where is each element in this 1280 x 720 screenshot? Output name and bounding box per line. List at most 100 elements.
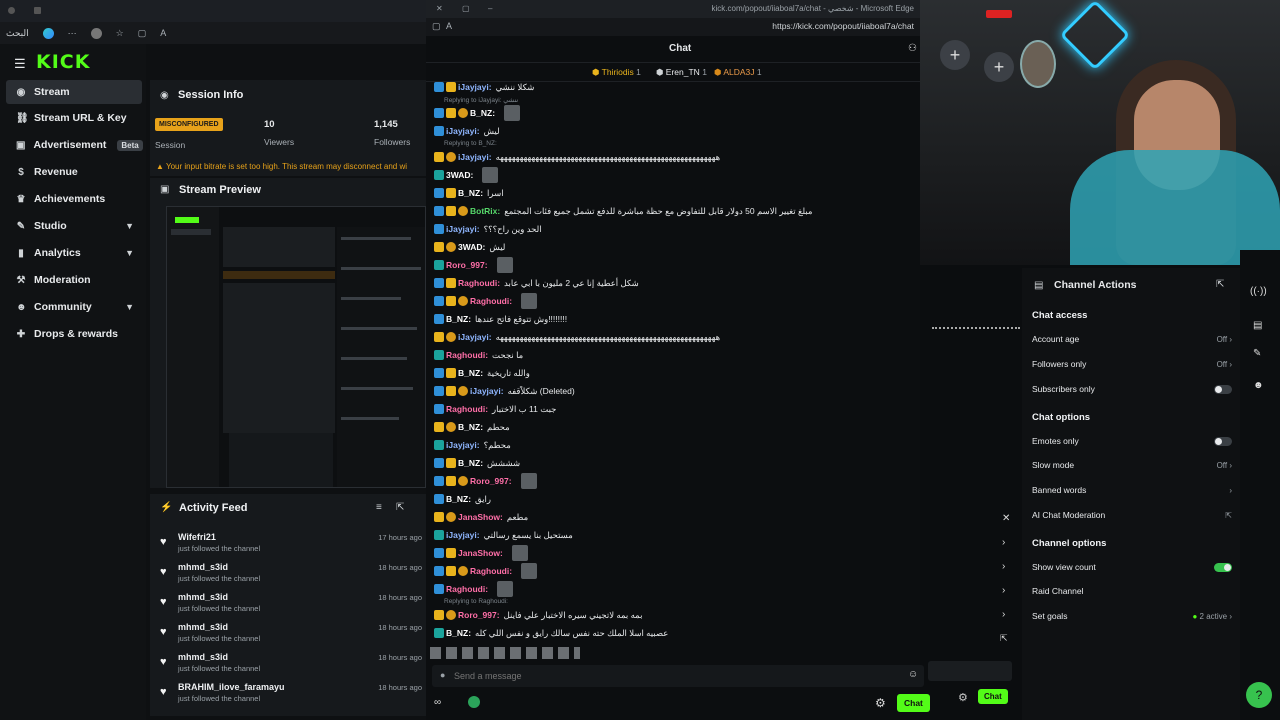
sidebar-item-studio[interactable]: ✎ Studio ▼ bbox=[6, 214, 142, 238]
banned-words-row[interactable]: Banned words › bbox=[1032, 481, 1232, 499]
sidebar-item-stream[interactable]: ◉ Stream bbox=[6, 80, 142, 104]
follower-name[interactable]: BRAHIM_ilove_faramayu bbox=[178, 682, 285, 692]
sidebar-item-community[interactable]: ☻ Community ▼ bbox=[6, 295, 142, 319]
chat-input[interactable] bbox=[454, 668, 894, 684]
chat-username[interactable]: BotRix: bbox=[470, 206, 500, 216]
sidebar-item-revenue[interactable]: $ Revenue bbox=[6, 160, 142, 184]
account-age-row[interactable]: Account age Off › bbox=[1032, 330, 1232, 348]
ai-moderation-row[interactable]: AI Chat Moderation ⇱ bbox=[1032, 506, 1232, 524]
popout-icon[interactable]: ⇱ bbox=[1216, 279, 1224, 290]
follower-name[interactable]: mhmd_s3id bbox=[178, 622, 228, 632]
wrench-icon[interactable]: ✎ bbox=[1253, 348, 1261, 359]
emote-icons[interactable] bbox=[430, 647, 580, 659]
chat-username[interactable]: B_NZ: bbox=[446, 628, 471, 638]
follower-name[interactable]: Wifefri21 bbox=[178, 532, 216, 542]
chat-send-button-mini[interactable]: Chat bbox=[978, 689, 1008, 704]
chat-username[interactable]: Raghoudi: bbox=[446, 350, 488, 360]
tab-actions-icon[interactable]: ▢ bbox=[432, 21, 441, 32]
chat-username[interactable]: iJayjayi: bbox=[446, 530, 480, 540]
chat-username[interactable]: 3WAD: bbox=[458, 242, 485, 252]
popout-icon[interactable]: ⇱ bbox=[396, 502, 404, 513]
help-icon[interactable]: ? bbox=[1246, 682, 1272, 708]
sidebar-item-moderation[interactable]: ⚒ Moderation bbox=[6, 268, 142, 292]
chevron-right-icon[interactable]: › bbox=[1002, 609, 1005, 620]
smiley-icon[interactable]: ☺ bbox=[908, 669, 918, 680]
user-settings-icon[interactable]: ⚇ bbox=[908, 43, 917, 54]
chat-username[interactable]: B_NZ: bbox=[470, 108, 495, 118]
sidebar-item-advertisement[interactable]: ▣ Advertisement Beta bbox=[6, 133, 143, 157]
emotes-only-toggle[interactable] bbox=[1214, 436, 1232, 446]
reading-icon[interactable]: A bbox=[160, 28, 166, 38]
chat-username[interactable]: JanaShow: bbox=[458, 512, 503, 522]
chat-send-button[interactable]: Chat bbox=[897, 694, 930, 712]
sidebar-item-achievements[interactable]: ♛ Achievements bbox=[6, 187, 142, 211]
window-control-icon[interactable] bbox=[8, 7, 15, 14]
show-view-count-toggle[interactable] bbox=[1214, 562, 1232, 572]
sidebar-item-stream-url[interactable]: ⛓ Stream URL & Key bbox=[6, 106, 142, 130]
chat-input-box[interactable]: ● ☺ bbox=[432, 665, 924, 687]
reading-icon[interactable]: A bbox=[446, 21, 452, 31]
points-icon[interactable] bbox=[468, 696, 480, 708]
chat-username[interactable]: B_NZ: bbox=[458, 188, 483, 198]
close-icon[interactable]: ✕ bbox=[436, 4, 443, 13]
set-goals-row[interactable]: Set goals ● 2 active › bbox=[1032, 607, 1232, 625]
chat-username[interactable]: Raghoudi: bbox=[470, 566, 512, 576]
radio-icon[interactable]: ((·)) bbox=[1250, 286, 1267, 297]
hamburger-icon[interactable]: ☰ bbox=[14, 56, 26, 72]
chevron-right-icon[interactable]: › bbox=[1002, 561, 1005, 572]
sidebar-item-drops[interactable]: ✚ Drops & rewards bbox=[6, 322, 142, 346]
chat-username[interactable]: B_NZ: bbox=[446, 314, 471, 324]
sidebar-item-analytics[interactable]: ▮ Analytics ▼ bbox=[6, 241, 142, 265]
settings-icon[interactable]: ⚙ bbox=[958, 691, 968, 704]
raid-channel-row[interactable]: Raid Channel bbox=[1032, 582, 1232, 600]
close-icon[interactable]: ✕ bbox=[1002, 513, 1010, 524]
tv-icon[interactable]: ▤ bbox=[1253, 320, 1262, 331]
users-icon[interactable]: ☻ bbox=[1253, 380, 1264, 391]
filter-icon[interactable]: ≡ bbox=[376, 502, 382, 513]
window-control-icon[interactable] bbox=[34, 7, 41, 14]
subscribers-only-toggle[interactable] bbox=[1214, 384, 1232, 394]
chat-username[interactable]: JanaShow: bbox=[458, 548, 503, 558]
chat-username[interactable]: iJayjayi: bbox=[446, 440, 480, 450]
chat-username[interactable]: iJayjayi: bbox=[458, 332, 492, 342]
loop-icon[interactable]: ∞ bbox=[434, 697, 441, 708]
minimize-icon[interactable]: – bbox=[488, 4, 492, 13]
chat-username[interactable]: B_NZ: bbox=[458, 422, 483, 432]
follower-name[interactable]: mhmd_s3id bbox=[178, 592, 228, 602]
emote-icon[interactable]: ● bbox=[440, 670, 445, 680]
chat-username[interactable]: iJayjayi: bbox=[446, 126, 480, 136]
chat-username[interactable]: 3WAD: bbox=[446, 170, 473, 180]
chevron-right-icon[interactable]: › bbox=[1002, 585, 1005, 596]
preview-video[interactable] bbox=[166, 206, 426, 488]
follower-name[interactable]: mhmd_s3id bbox=[178, 562, 228, 572]
chat-username[interactable]: Raghoudi: bbox=[446, 584, 488, 594]
kick-logo[interactable]: KICK bbox=[36, 51, 90, 73]
chevron-right-icon[interactable]: › bbox=[1002, 537, 1005, 548]
slow-mode-row[interactable]: Slow mode Off › bbox=[1032, 456, 1232, 474]
more-icon[interactable]: ⋯ bbox=[68, 28, 77, 39]
collections-icon[interactable]: ▢ bbox=[138, 28, 147, 39]
chat-username[interactable]: iJayjayi: bbox=[458, 82, 492, 92]
chat-username[interactable]: Raghoudi: bbox=[470, 296, 512, 306]
edge-icon[interactable] bbox=[42, 27, 54, 39]
star-icon[interactable]: ☆ bbox=[116, 28, 124, 39]
search-label[interactable]: البحث bbox=[6, 28, 29, 39]
chat-username[interactable]: Roro_997: bbox=[446, 260, 488, 270]
followers-only-row[interactable]: Followers only Off › bbox=[1032, 355, 1232, 373]
chat-username[interactable]: iJayjayi: bbox=[446, 224, 480, 234]
chat-username[interactable]: B_NZ: bbox=[446, 494, 471, 504]
chat-input-mini[interactable] bbox=[928, 661, 1012, 681]
chat-url[interactable]: https://kick.com/popout/iiaboal7a/chat bbox=[772, 21, 914, 31]
chat-username[interactable]: Roro_997: bbox=[458, 610, 500, 620]
settings-icon[interactable]: ⚙ bbox=[875, 696, 886, 710]
chat-username[interactable]: B_NZ: bbox=[458, 368, 483, 378]
chat-username[interactable]: Raghoudi: bbox=[458, 278, 500, 288]
popout-icon[interactable]: ⇱ bbox=[1000, 633, 1008, 644]
maximize-icon[interactable]: ▢ bbox=[462, 4, 470, 13]
chat-username[interactable]: B_NZ: bbox=[458, 458, 483, 468]
follower-name[interactable]: mhmd_s3id bbox=[178, 652, 228, 662]
chat-username[interactable]: Roro_997: bbox=[470, 476, 512, 486]
chat-username[interactable]: Raghoudi: bbox=[446, 404, 488, 414]
chat-username[interactable]: iJayjayi: bbox=[470, 386, 504, 396]
chat-username[interactable]: iJayjayi: bbox=[458, 152, 492, 162]
